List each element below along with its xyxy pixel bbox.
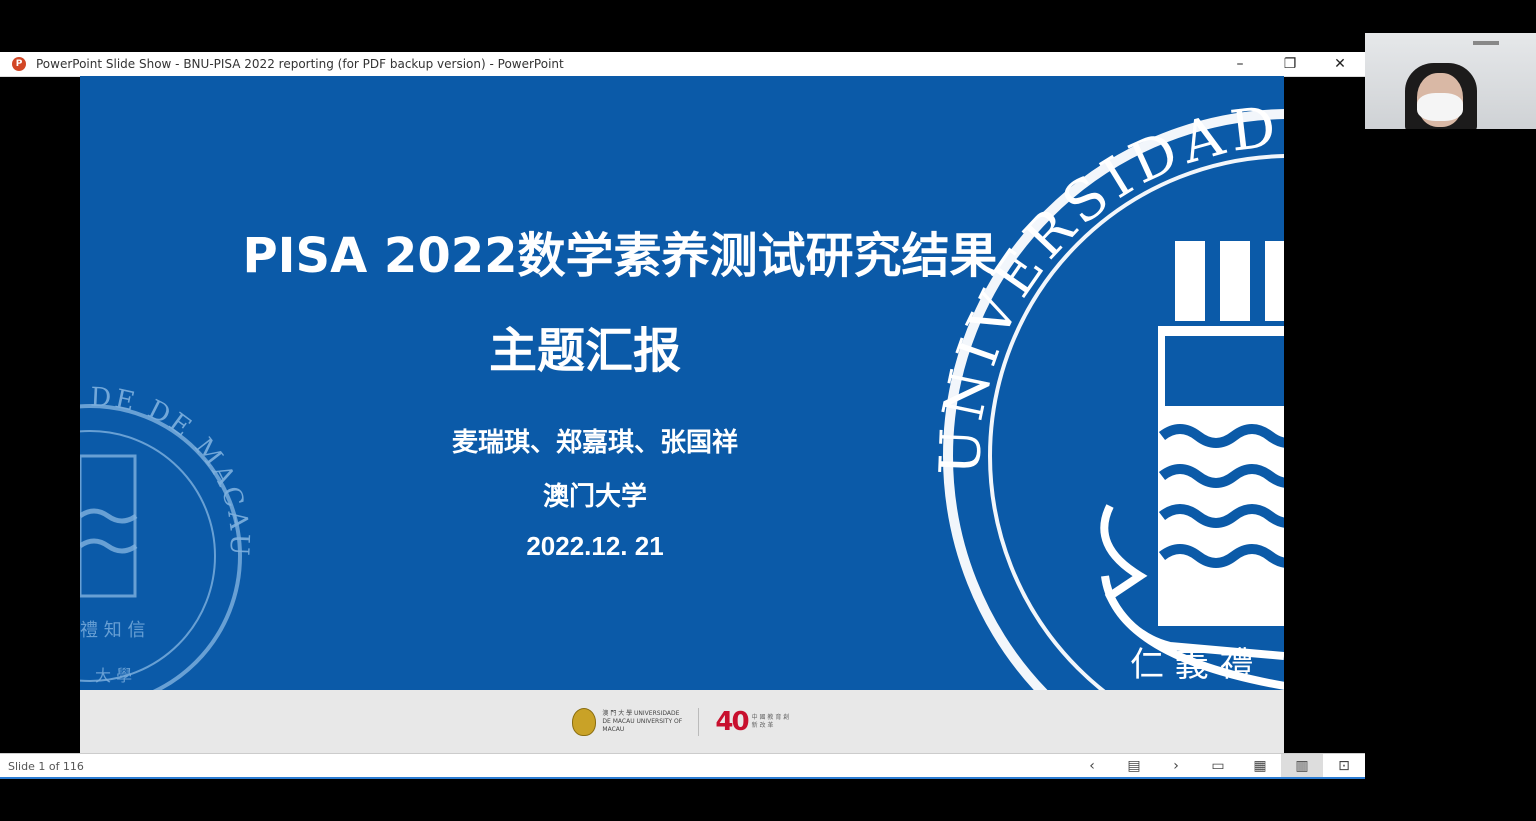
close-button[interactable]: ✕ [1315,52,1365,76]
slide-background: UNIVERSIDADE 仁 義 禮 [80,76,1284,690]
reading-view-icon[interactable]: ▥ [1281,754,1323,778]
restore-button[interactable]: ❐ [1265,52,1315,76]
window-title: PowerPoint Slide Show - BNU-PISA 2022 re… [36,57,564,71]
window-controls: – ❐ ✕ [1215,52,1365,76]
taskbar-accent-line [0,777,1365,779]
webcam-video-thumbnail[interactable] [1365,33,1536,129]
logo2-number: 40 [715,706,749,737]
face-mask [1417,93,1463,121]
slide-sorter-icon[interactable]: ▦ [1239,754,1281,778]
minimize-button[interactable]: – [1215,52,1265,76]
ceiling-light [1473,41,1499,45]
seal-motto-small: 禮 知 信 [80,620,145,641]
slide-subtitle: 主题汇报 [488,323,681,379]
status-bar: Slide 1 of 116 ‹ ▤ › ▭ ▦ ▥ ⊡ [0,753,1365,778]
powerpoint-window: P PowerPoint Slide Show - BNU-PISA 2022 … [0,52,1365,779]
slide-university: 澳门大学 [542,482,647,512]
slide-menu-icon[interactable]: ▤ [1113,754,1155,778]
slide-date: 2022.12. 21 [526,531,664,561]
crest-icon [572,707,597,736]
seal-bottom-small: 大 學 [95,666,132,685]
slide-canvas[interactable]: UNIVERSIDADE 仁 義 禮 [80,76,1284,753]
previous-slide-icon[interactable]: ‹ [1071,754,1113,778]
slide-title: PISA 2022数学素养测试研究结果 [242,228,998,284]
powerpoint-icon: P [12,57,26,71]
slide-counter: Slide 1 of 116 [8,759,84,773]
title-bar: P PowerPoint Slide Show - BNU-PISA 2022 … [0,52,1365,77]
slide-authors: 麦瑞琪、郑嘉琪、张国祥 [451,428,738,458]
next-slide-icon[interactable]: › [1155,754,1197,778]
presentation-controls: ‹ ▤ › ▭ ▦ ▥ ⊡ [1071,754,1365,778]
seal-text-small: DE DE MACAU [90,382,255,559]
logo1-text: 澳 門 大 學 UNIVERSIDADE DE MACAU UNIVERSITY… [602,709,683,733]
slide-footer: 澳 門 大 學 UNIVERSIDADE DE MACAU UNIVERSITY… [80,690,1284,753]
logo2-text: 中 國 教 育 創 新 改 革 [751,713,790,729]
normal-view-icon[interactable]: ▭ [1197,754,1239,778]
anniversary-logo: 40 中 國 教 育 創 新 改 革 [715,707,791,737]
seal-motto: 仁 義 禮 [1130,645,1254,685]
slideshow-view-icon[interactable]: ⊡ [1323,754,1365,778]
university-seal-graphic: UNIVERSIDADE 仁 義 禮 [80,94,1284,690]
university-of-macau-logo: 澳 門 大 學 UNIVERSIDADE DE MACAU UNIVERSITY… [572,707,683,736]
footer-divider [698,707,700,736]
